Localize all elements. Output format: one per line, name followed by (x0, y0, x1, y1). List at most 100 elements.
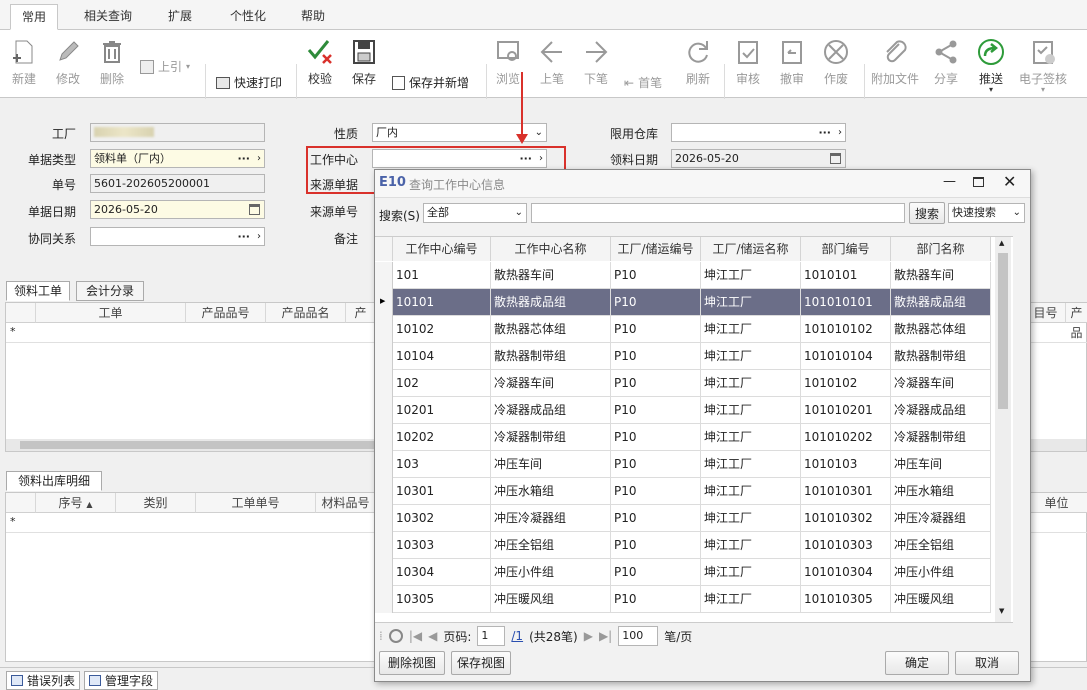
cell-dept-code[interactable]: 1010103 (801, 451, 891, 478)
row-header[interactable] (375, 316, 393, 343)
table-row[interactable]: 10302 冲压冷凝器组 P10 坤江工厂 101010302 冲压冷凝器组 (375, 505, 991, 532)
cell-dept-name[interactable]: 冲压暖风组 (891, 586, 991, 613)
table-row[interactable]: 10305 冲压暖风组 P10 坤江工厂 101010305 冲压暖风组 (375, 586, 991, 613)
tab-accounting[interactable]: 会计分录 (76, 281, 144, 301)
cell-dept-code[interactable]: 101010101 (801, 289, 891, 316)
cell-dept-name[interactable]: 冷凝器成品组 (891, 397, 991, 424)
esign-button[interactable]: 电子签核 ▾ (1016, 38, 1070, 94)
cell-workcenter-code[interactable]: 10104 (393, 343, 491, 370)
scrollbar-thumb[interactable] (20, 441, 380, 449)
table-row[interactable]: 10102 散热器芯体组 P10 坤江工厂 101010102 散热器芯体组 (375, 316, 991, 343)
table-row[interactable]: 10304 冲压小件组 P10 坤江工厂 101010304 冲压小件组 (375, 559, 991, 586)
cell-workcenter-name[interactable]: 冷凝器车间 (491, 370, 611, 397)
cell-workcenter-name[interactable]: 冲压冷凝器组 (491, 505, 611, 532)
cell-factory-name[interactable]: 坤江工厂 (701, 424, 801, 451)
column-header[interactable]: 工作中心名称 (491, 237, 611, 261)
row-header[interactable] (375, 262, 393, 289)
row-header[interactable] (375, 370, 393, 397)
chevron-down-icon[interactable]: ⌄ (535, 124, 543, 141)
save-and-new-button[interactable]: 保存并新增 (392, 74, 469, 91)
cell-dept-code[interactable]: 101010301 (801, 478, 891, 505)
cell-workcenter-code[interactable]: 10101 (393, 289, 491, 316)
ellipsis-icon[interactable]: ··· (237, 228, 250, 245)
cell-workcenter-name[interactable]: 散热器成品组 (491, 289, 611, 316)
cell-dept-code[interactable]: 101010302 (801, 505, 891, 532)
cell-dept-code[interactable]: 101010303 (801, 532, 891, 559)
ellipsis-icon[interactable]: ··· (237, 150, 250, 167)
cancel-button[interactable]: 取消 (955, 651, 1019, 675)
cell-dept-name[interactable]: 冷凝器制带组 (891, 424, 991, 451)
row-header[interactable] (375, 532, 393, 559)
column-header[interactable]: 材料品号 (316, 493, 376, 513)
row-header[interactable] (375, 451, 393, 478)
cell-factory-code[interactable]: P10 (611, 505, 701, 532)
cell-dept-name[interactable]: 冲压水箱组 (891, 478, 991, 505)
cell-dept-code[interactable]: 101010201 (801, 397, 891, 424)
cell-dept-code[interactable]: 101010202 (801, 424, 891, 451)
row-header[interactable] (375, 505, 393, 532)
check-button[interactable]: 校验 (302, 38, 338, 87)
cell-factory-name[interactable]: 坤江工厂 (701, 289, 801, 316)
prev-page-icon[interactable]: ◀ (428, 629, 437, 643)
next-record-button[interactable]: 下笔 (578, 38, 614, 87)
cell-workcenter-name[interactable]: 冲压车间 (491, 451, 611, 478)
row-header[interactable] (375, 478, 393, 505)
cell-factory-name[interactable]: 坤江工厂 (701, 478, 801, 505)
table-row[interactable]: 10104 散热器制带组 P10 坤江工厂 101010104 散热器制带组 (375, 343, 991, 370)
column-header[interactable]: 部门编号 (801, 237, 891, 261)
minimize-icon[interactable]: — (943, 174, 956, 189)
cell-factory-code[interactable]: P10 (611, 532, 701, 559)
cell-workcenter-code[interactable]: 102 (393, 370, 491, 397)
column-header[interactable]: 工作中心编号 (393, 237, 491, 261)
total-pages-link[interactable]: /1 (511, 629, 523, 643)
column-header[interactable]: 工单 (36, 303, 186, 323)
table-row[interactable]: 102 冷凝器车间 P10 坤江工厂 1010102 冷凝器车间 (375, 370, 991, 397)
quick-print-button[interactable]: 快速打印 (216, 74, 282, 91)
cell-workcenter-name[interactable]: 散热器车间 (491, 262, 611, 289)
table-row[interactable]: 10303 冲压全铝组 P10 坤江工厂 101010303 冲压全铝组 (375, 532, 991, 559)
ellipsis-icon[interactable]: ··· (818, 124, 831, 141)
cell-dept-name[interactable]: 冲压车间 (891, 451, 991, 478)
cell-workcenter-code[interactable]: 10201 (393, 397, 491, 424)
cell-dept-code[interactable]: 101010102 (801, 316, 891, 343)
cell-factory-name[interactable]: 坤江工厂 (701, 505, 801, 532)
cell-workcenter-code[interactable]: 10202 (393, 424, 491, 451)
last-page-icon[interactable]: ▶| (599, 629, 612, 643)
table-row[interactable]: 10202 冷凝器制带组 P10 坤江工厂 101010202 冷凝器制带组 (375, 424, 991, 451)
cell-factory-name[interactable]: 坤江工厂 (701, 397, 801, 424)
edit-button[interactable]: 修改 (50, 38, 86, 87)
cell-factory-name[interactable]: 坤江工厂 (701, 370, 801, 397)
cell-workcenter-code[interactable]: 10302 (393, 505, 491, 532)
cell-factory-name[interactable]: 坤江工厂 (701, 343, 801, 370)
column-header[interactable]: 目号 (1026, 303, 1066, 323)
reload-ring-icon[interactable] (388, 629, 403, 643)
cell-dept-name[interactable]: 冲压全铝组 (891, 532, 991, 559)
column-header[interactable]: 类别 (116, 493, 196, 513)
cell-workcenter-code[interactable]: 10304 (393, 559, 491, 586)
cell-factory-code[interactable]: P10 (611, 559, 701, 586)
tab-work-orders[interactable]: 领料工单 (6, 281, 70, 301)
scrollbar-thumb[interactable] (998, 253, 1008, 409)
cell-workcenter-name[interactable]: 散热器芯体组 (491, 316, 611, 343)
first-record-button[interactable]: ⇤ 首笔 (624, 74, 662, 91)
cell-dept-name[interactable]: 冲压小件组 (891, 559, 991, 586)
relation-field[interactable]: ··· › (90, 227, 265, 246)
doctype-field[interactable]: 领料单（厂内） ··· › (90, 149, 265, 168)
warehouse-field[interactable]: ··· › (671, 123, 846, 142)
cell-factory-code[interactable]: P10 (611, 478, 701, 505)
cell-factory-code[interactable]: P10 (611, 289, 701, 316)
ribbon-tab-help[interactable]: 帮助 (290, 4, 336, 30)
cell-workcenter-code[interactable]: 10305 (393, 586, 491, 613)
ribbon-tab-related-query[interactable]: 相关查询 (72, 4, 144, 30)
push-button[interactable]: 推送 ▾ (972, 38, 1010, 94)
column-header[interactable]: 单位 (1026, 493, 1087, 513)
table-row[interactable]: 10201 冷凝器成品组 P10 坤江工厂 101010201 冷凝器成品组 (375, 397, 991, 424)
cell-workcenter-name[interactable]: 冲压全铝组 (491, 532, 611, 559)
cell-workcenter-name[interactable]: 冷凝器制带组 (491, 424, 611, 451)
cell-factory-code[interactable]: P10 (611, 370, 701, 397)
column-header[interactable]: 部门名称 (891, 237, 991, 261)
cell-factory-name[interactable]: 坤江工厂 (701, 559, 801, 586)
close-icon[interactable]: ✕ (1003, 172, 1016, 191)
cell-dept-name[interactable]: 散热器成品组 (891, 289, 991, 316)
ribbon-tab-extend[interactable]: 扩展 (158, 4, 202, 30)
